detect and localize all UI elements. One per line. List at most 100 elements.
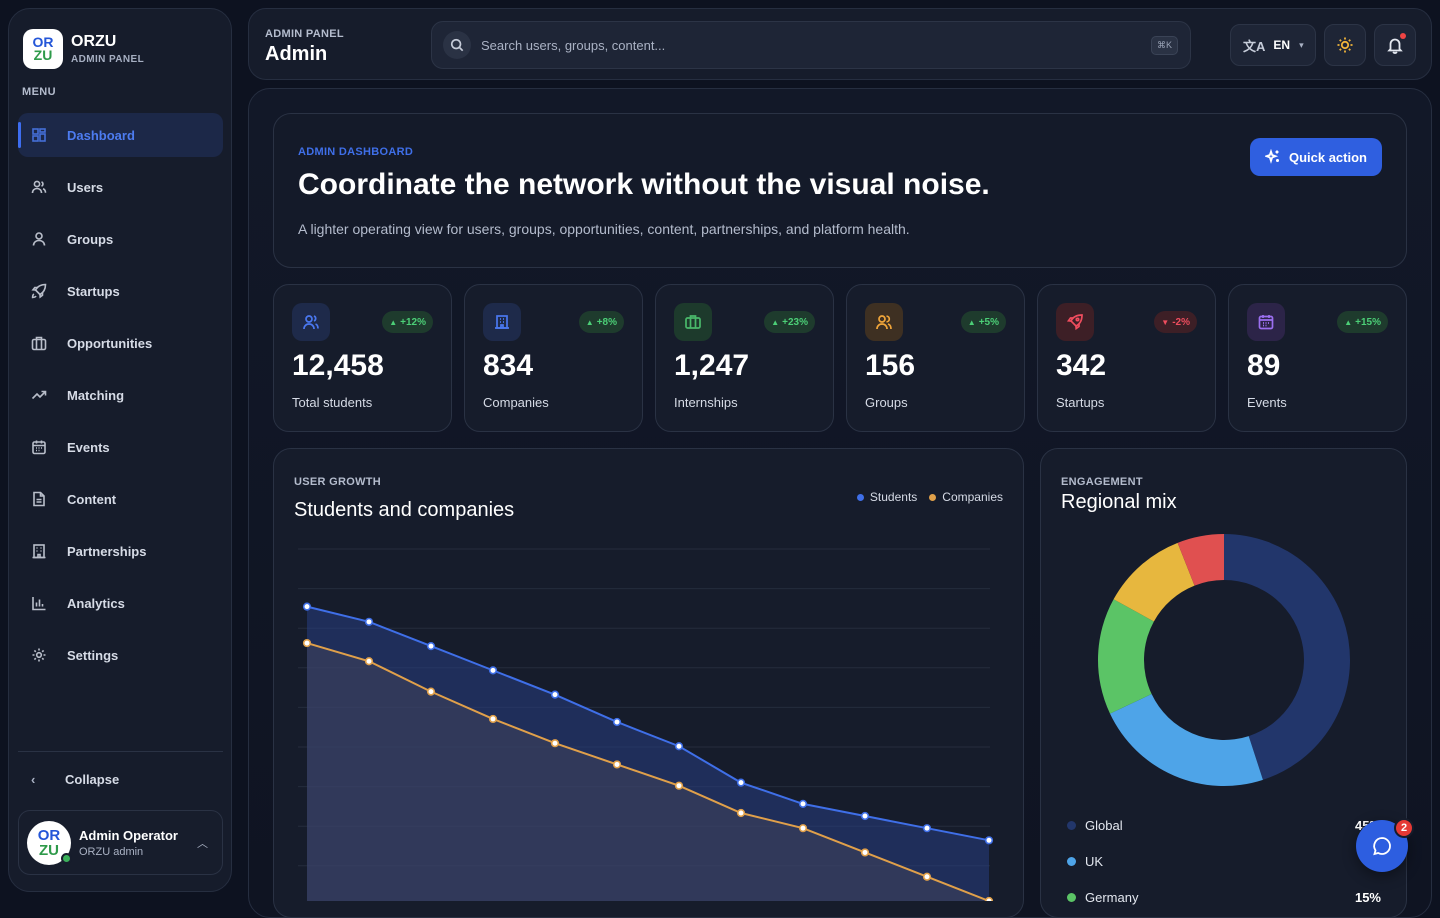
chevron-up-icon: ︿ — [197, 838, 208, 850]
notifications-button[interactable] — [1374, 24, 1416, 66]
sidebar-item-settings[interactable]: Settings — [18, 633, 223, 677]
chat-unread-badge: 2 — [1394, 818, 1414, 838]
data-point-companies[interactable] — [984, 896, 994, 901]
briefcase-icon — [31, 336, 47, 351]
trend-badge: ▲ +5% — [960, 311, 1006, 333]
region-row-uk: UK 2 — [1067, 843, 1381, 879]
search-input[interactable] — [481, 37, 1151, 53]
data-point-students[interactable] — [612, 717, 622, 727]
stat-card-groups[interactable]: ▲ +5% 156 Groups — [846, 284, 1025, 432]
stat-label: Internships — [674, 395, 738, 410]
chat-bubble-icon — [1373, 837, 1391, 856]
data-point-students[interactable] — [736, 778, 746, 787]
sidebar-item-opportunities[interactable]: Opportunities — [18, 321, 223, 365]
sidebar-item-content[interactable]: Content — [18, 477, 223, 521]
theme-toggle-button[interactable] — [1324, 24, 1366, 66]
collapse-button[interactable]: ‹ Collapse — [31, 772, 119, 787]
topbar: ADMIN PANEL Admin ⌘K 文A EN ▾ — [248, 8, 1432, 80]
language-selector[interactable]: 文A EN ▾ — [1230, 24, 1316, 66]
sidebar-item-users[interactable]: Users — [18, 165, 223, 209]
hero-eyebrow: ADMIN DASHBOARD — [298, 146, 414, 158]
sidebar-item-label: Opportunities — [67, 335, 153, 351]
triangle-up-icon: ▲ — [1344, 317, 1353, 327]
chevron-left-icon: ‹ — [31, 772, 36, 787]
data-point-companies[interactable] — [550, 739, 560, 748]
users-icon — [31, 180, 47, 194]
sidebar-item-matching[interactable]: Matching — [18, 373, 223, 417]
data-point-companies[interactable] — [798, 824, 808, 833]
data-point-students[interactable] — [488, 666, 498, 675]
stat-card-internships[interactable]: ▲ +23% 1,247 Internships — [655, 284, 834, 432]
stat-value: 1,247 — [674, 349, 750, 382]
trend-badge: ▲ +23% — [764, 311, 815, 333]
stat-label: Groups — [865, 395, 908, 410]
brand[interactable]: OR ZU ORZU ADMIN PANEL — [23, 29, 144, 69]
search-bar[interactable]: ⌘K — [431, 21, 1191, 69]
sidebar-item-events[interactable]: Events — [18, 425, 223, 469]
region-name: UK — [1085, 853, 1104, 869]
stat-value: 12,458 — [292, 349, 384, 382]
sidebar-item-label: Content — [67, 491, 117, 507]
region-dot — [1067, 820, 1076, 830]
trend-value: +5% — [978, 316, 999, 328]
data-point-companies[interactable] — [860, 848, 870, 857]
donut-slice-uk[interactable] — [1109, 694, 1263, 786]
menu-label: MENU — [22, 86, 56, 98]
quick-action-button[interactable]: Quick action — [1249, 138, 1382, 176]
online-status-dot — [61, 852, 72, 864]
data-point-students[interactable] — [674, 742, 684, 751]
stat-label: Total students — [292, 395, 373, 410]
triangle-up-icon: ▲ — [585, 317, 594, 327]
stat-card-companies[interactable]: ▲ +8% 834 Companies — [464, 284, 643, 432]
calendar-icon — [1247, 303, 1285, 341]
triangle-up-icon: ▲ — [771, 317, 780, 327]
stat-card-startups[interactable]: ▼ -2% 342 Startups — [1037, 284, 1216, 432]
quick-action-label: Quick action — [1288, 149, 1367, 165]
trend-value: +15% — [1355, 316, 1381, 328]
data-point-students[interactable] — [860, 811, 870, 821]
sparkles-icon — [1264, 149, 1279, 164]
data-point-students[interactable] — [364, 617, 374, 626]
avatar-text-bottom: ZU — [39, 841, 59, 859]
data-point-students[interactable] — [426, 642, 436, 651]
data-point-companies[interactable] — [302, 638, 312, 648]
data-point-companies[interactable] — [488, 714, 498, 724]
data-point-students[interactable] — [798, 799, 808, 808]
data-point-companies[interactable] — [736, 808, 746, 818]
triangle-up-icon: ▲ — [389, 317, 398, 327]
building-icon — [483, 303, 521, 341]
stat-card-events[interactable]: ▲ +15% 89 Events — [1228, 284, 1407, 432]
sidebar-item-partnerships[interactable]: Partnerships — [18, 529, 223, 573]
briefcase-icon — [674, 303, 712, 341]
chat-button[interactable]: 2 — [1356, 818, 1414, 872]
grid-icon — [32, 128, 46, 142]
sidebar-item-groups[interactable]: Groups — [18, 217, 223, 261]
user-menu[interactable]: OR ZU Admin Operator ORZU admin ︿ — [18, 810, 223, 875]
collapse-label: Collapse — [65, 772, 120, 787]
rocket-icon — [31, 283, 47, 299]
data-point-companies[interactable] — [922, 872, 932, 881]
avatar-text-top: OR — [37, 826, 61, 844]
triangle-down-icon: ▼ — [1161, 317, 1170, 327]
data-point-students[interactable] — [984, 836, 994, 845]
stat-card-total-students[interactable]: ▲ +12% 12,458 Total students — [273, 284, 452, 432]
sidebar-item-label: Groups — [67, 231, 114, 247]
sidebar-item-dashboard[interactable]: Dashboard — [18, 113, 223, 157]
language-value: EN — [1273, 38, 1291, 52]
trend-badge: ▲ +12% — [382, 311, 433, 333]
data-point-companies[interactable] — [364, 657, 374, 666]
data-point-companies[interactable] — [612, 760, 622, 769]
data-point-students[interactable] — [550, 690, 560, 699]
sidebar-item-analytics[interactable]: Analytics — [18, 581, 223, 625]
page-title: Admin — [265, 43, 328, 65]
sidebar-item-startups[interactable]: Startups — [18, 269, 223, 313]
sun-icon — [1337, 37, 1353, 53]
data-point-companies[interactable] — [674, 781, 684, 790]
data-point-companies[interactable] — [426, 687, 436, 696]
sidebar-item-label: Events — [67, 439, 110, 455]
data-point-students[interactable] — [302, 602, 312, 611]
region-dot — [1067, 856, 1076, 866]
data-point-students[interactable] — [922, 824, 932, 833]
sidebar-item-label: Dashboard — [67, 127, 135, 143]
stat-label: Events — [1247, 395, 1287, 410]
